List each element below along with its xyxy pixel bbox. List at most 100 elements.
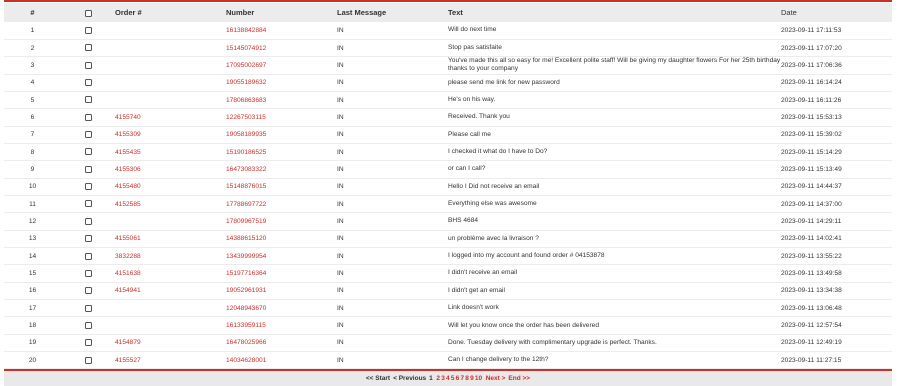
phone-number-link[interactable]: 15197716364 [226, 264, 337, 283]
row-checkbox[interactable] [84, 148, 92, 156]
order-link[interactable] [115, 299, 226, 318]
row-checkbox[interactable] [84, 26, 92, 34]
phone-number-link[interactable]: 19052961931 [226, 282, 337, 301]
order-link[interactable] [115, 74, 226, 92]
row-checkbox[interactable] [84, 217, 92, 225]
row-select-cell[interactable] [61, 316, 115, 335]
column-header-last-message[interactable]: Last Message [337, 3, 448, 22]
row-checkbox[interactable] [84, 356, 92, 364]
phone-number-link[interactable]: 16473083322 [226, 160, 337, 179]
row-checkbox[interactable] [84, 287, 92, 295]
row-select-cell[interactable] [61, 230, 115, 248]
phone-number-link[interactable]: 16133959115 [226, 316, 337, 335]
pagination-page-link[interactable]: 5 [451, 375, 455, 382]
row-select-cell[interactable] [61, 126, 115, 144]
row-select-cell[interactable] [61, 22, 115, 40]
phone-number-link[interactable]: 15148876015 [226, 178, 337, 196]
table-row[interactable]: 14 3832288 13439999954 IN I logged into my a… [4, 247, 892, 266]
column-header-num[interactable]: # [4, 3, 61, 22]
pagination-page-link[interactable]: 6 [456, 375, 460, 382]
row-select-cell[interactable] [61, 74, 115, 92]
order-link[interactable]: 4155527 [115, 351, 226, 370]
row-select-cell[interactable] [61, 195, 115, 214]
row-select-cell[interactable] [61, 178, 115, 196]
table-row[interactable]: 3 17095002697 IN You've made this all so ea… [4, 56, 892, 75]
pagination-page-link[interactable]: 10 [475, 375, 482, 382]
row-select-cell[interactable] [61, 212, 115, 231]
pagination-end-link[interactable]: End >> [508, 375, 530, 382]
row-checkbox[interactable] [84, 321, 92, 329]
table-row[interactable]: 5 17806863683 IN He's on his way. 2023-09-11… [4, 91, 892, 110]
table-row[interactable]: 7 4155309 19058189935 IN Please call me 2023-… [4, 126, 892, 144]
phone-number-link[interactable]: 19058189935 [226, 126, 337, 144]
row-checkbox[interactable] [84, 269, 92, 277]
phone-number-link[interactable]: 12267503115 [226, 108, 337, 127]
order-link[interactable]: 4151638 [115, 264, 226, 283]
phone-number-link[interactable]: 14034628001 [226, 351, 337, 370]
column-header-date[interactable]: Date [781, 3, 892, 22]
table-row[interactable]: 15 4151638 15197716364 IN I didn't receive a… [4, 264, 892, 283]
table-row[interactable]: 16 4154941 19052961931 IN I didn't get an em… [4, 282, 892, 301]
column-header-select[interactable] [61, 3, 115, 22]
row-checkbox[interactable] [84, 165, 92, 173]
pagination-page-link[interactable]: 4 [446, 375, 450, 382]
phone-number-link[interactable]: 17095002697 [226, 56, 337, 75]
pagination-page-link[interactable]: 8 [465, 375, 469, 382]
pagination-page-link[interactable]: 9 [470, 375, 474, 382]
phone-number-link[interactable]: 19055189632 [226, 74, 337, 92]
phone-number-link[interactable]: 17809967519 [226, 212, 337, 231]
order-link[interactable] [115, 56, 226, 75]
table-row[interactable]: 4 19055189632 IN please send me link for ne… [4, 74, 892, 92]
phone-number-link[interactable]: 15190186525 [226, 143, 337, 162]
row-checkbox[interactable] [84, 200, 92, 208]
order-link[interactable] [115, 22, 226, 40]
phone-number-link[interactable]: 16138842884 [226, 22, 337, 40]
phone-number-link[interactable]: 16478025966 [226, 334, 337, 353]
row-checkbox[interactable] [84, 44, 92, 52]
row-checkbox[interactable] [84, 339, 92, 347]
row-checkbox[interactable] [84, 96, 92, 104]
order-link[interactable]: 4155309 [115, 126, 226, 144]
row-select-cell[interactable] [61, 247, 115, 266]
row-checkbox[interactable] [84, 113, 92, 121]
table-row[interactable]: 1 16138842884 IN Will do next time 2023-09-1… [4, 22, 892, 40]
phone-number-link[interactable]: 14388615120 [226, 230, 337, 248]
row-checkbox[interactable] [84, 131, 92, 139]
order-link[interactable] [115, 212, 226, 231]
row-checkbox[interactable] [84, 61, 92, 69]
table-row[interactable]: 12 17809967519 IN BHS 4684 2023-09-11 14:29:… [4, 212, 892, 231]
pagination-page-link[interactable]: 7 [460, 375, 464, 382]
table-row[interactable]: 8 4155435 15190186525 IN I checked it what d… [4, 143, 892, 162]
column-header-text[interactable]: Text [448, 3, 781, 22]
order-link[interactable]: 4155435 [115, 143, 226, 162]
phone-number-link[interactable]: 17806863683 [226, 91, 337, 110]
row-checkbox[interactable] [84, 183, 92, 191]
table-row[interactable]: 17 12048943670 IN Link doesn't work 2023-09-… [4, 299, 892, 318]
row-checkbox[interactable] [84, 252, 92, 260]
order-link[interactable]: 4154941 [115, 282, 226, 301]
pagination-page-link[interactable]: 2 [436, 375, 440, 382]
phone-number-link[interactable]: 15145074912 [226, 39, 337, 58]
row-select-cell[interactable] [61, 264, 115, 283]
pagination-start-link[interactable]: << Start [366, 375, 390, 382]
order-link[interactable]: 4155306 [115, 160, 226, 179]
table-row[interactable]: 10 4155480 15148876015 IN Hello I Did not re… [4, 178, 892, 196]
order-link[interactable] [115, 91, 226, 110]
row-checkbox[interactable] [84, 79, 92, 87]
row-checkbox[interactable] [84, 304, 92, 312]
table-row[interactable]: 2 15145074912 IN Stop pas satisfaite 2023-09… [4, 39, 892, 58]
row-select-cell[interactable] [61, 56, 115, 75]
table-row[interactable]: 6 4155740 12267503115 IN Received. Thank you… [4, 108, 892, 127]
order-link[interactable]: 4155740 [115, 108, 226, 127]
phone-number-link[interactable]: 12048943670 [226, 299, 337, 318]
table-row[interactable]: 20 4155527 14034628001 IN Can I change deliv… [4, 351, 892, 370]
pagination-next-link[interactable]: Next > [486, 375, 506, 382]
order-link[interactable]: 4152585 [115, 195, 226, 214]
order-link[interactable]: 4155061 [115, 230, 226, 248]
select-all-checkbox[interactable] [84, 9, 92, 17]
pagination-previous-link[interactable]: < Previous [393, 375, 426, 382]
row-select-cell[interactable] [61, 334, 115, 353]
table-row[interactable]: 19 4154879 16478025966 IN Done. Tuesday deli… [4, 334, 892, 353]
order-link[interactable]: 3832288 [115, 247, 226, 266]
row-select-cell[interactable] [61, 351, 115, 370]
